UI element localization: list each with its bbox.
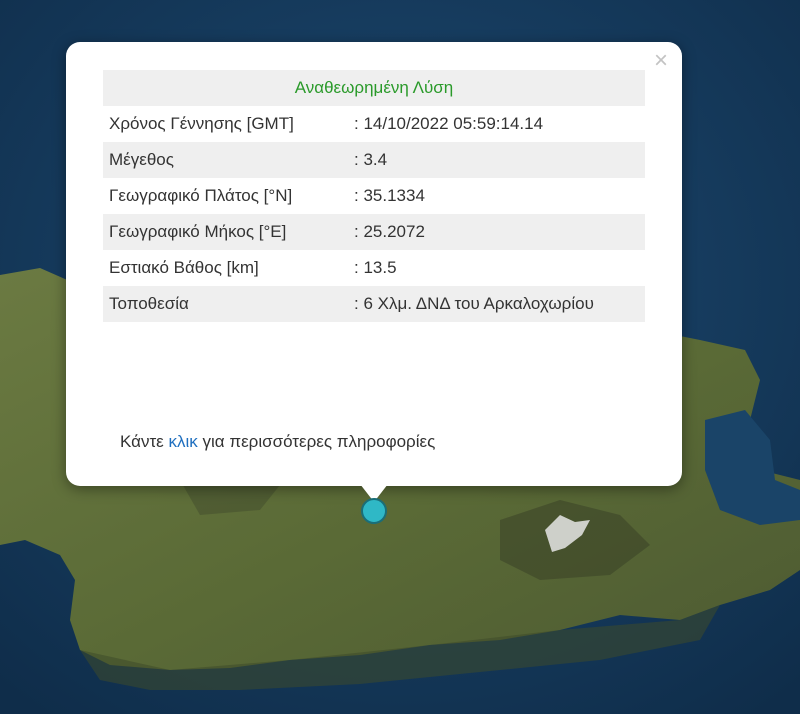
more-info-link[interactable]: κλικ — [169, 432, 198, 451]
close-icon[interactable]: × — [650, 49, 672, 73]
table-row: Εστιακό Βάθος [km] : 13.5 — [103, 250, 645, 286]
row-value: : 35.1334 — [354, 186, 425, 205]
table-row: Χρόνος Γέννησης [GMT] : 14/10/2022 05:59… — [103, 106, 645, 142]
row-value: : 6 Χλμ. ΔΝΔ του Αρκαλοχωρίου — [354, 294, 594, 313]
row-label: Χρόνος Γέννησης [GMT] — [109, 114, 294, 133]
table-row: Γεωγραφικό Πλάτος [°N] : 35.1334 — [103, 178, 645, 214]
row-value: : 13.5 — [354, 258, 397, 277]
table-row: Γεωγραφικό Μήκος [°E] : 25.2072 — [103, 214, 645, 250]
info-table: Αναθεωρημένη Λύση Χρόνος Γέννησης [GMT] … — [103, 70, 645, 322]
earthquake-marker[interactable] — [361, 498, 387, 524]
more-suffix: για περισσότερες πληροφορίες — [202, 432, 436, 451]
more-info-line: Κάντε κλικ για περισσότερες πληροφορίες — [120, 428, 435, 456]
info-popup: × Αναθεωρημένη Λύση Χρόνος Γέννησης [GMT… — [66, 42, 682, 486]
title-row: Αναθεωρημένη Λύση — [103, 70, 645, 106]
row-label: Τοποθεσία — [109, 294, 189, 313]
row-label: Εστιακό Βάθος [km] — [109, 258, 259, 277]
more-prefix: Κάντε — [120, 432, 164, 451]
row-label: Γεωγραφικό Πλάτος [°N] — [109, 186, 293, 205]
row-value: : 25.2072 — [354, 222, 425, 241]
table-row: Τοποθεσία : 6 Χλμ. ΔΝΔ του Αρκαλοχωρίου — [103, 286, 645, 322]
table-row: Μέγεθος : 3.4 — [103, 142, 645, 178]
row-label: Γεωγραφικό Μήκος [°E] — [109, 222, 287, 241]
row-label: Μέγεθος — [109, 150, 174, 169]
row-value: : 3.4 — [354, 150, 388, 169]
row-value: : 14/10/2022 05:59:14.14 — [354, 114, 544, 133]
popup-title: Αναθεωρημένη Λύση — [294, 78, 454, 97]
